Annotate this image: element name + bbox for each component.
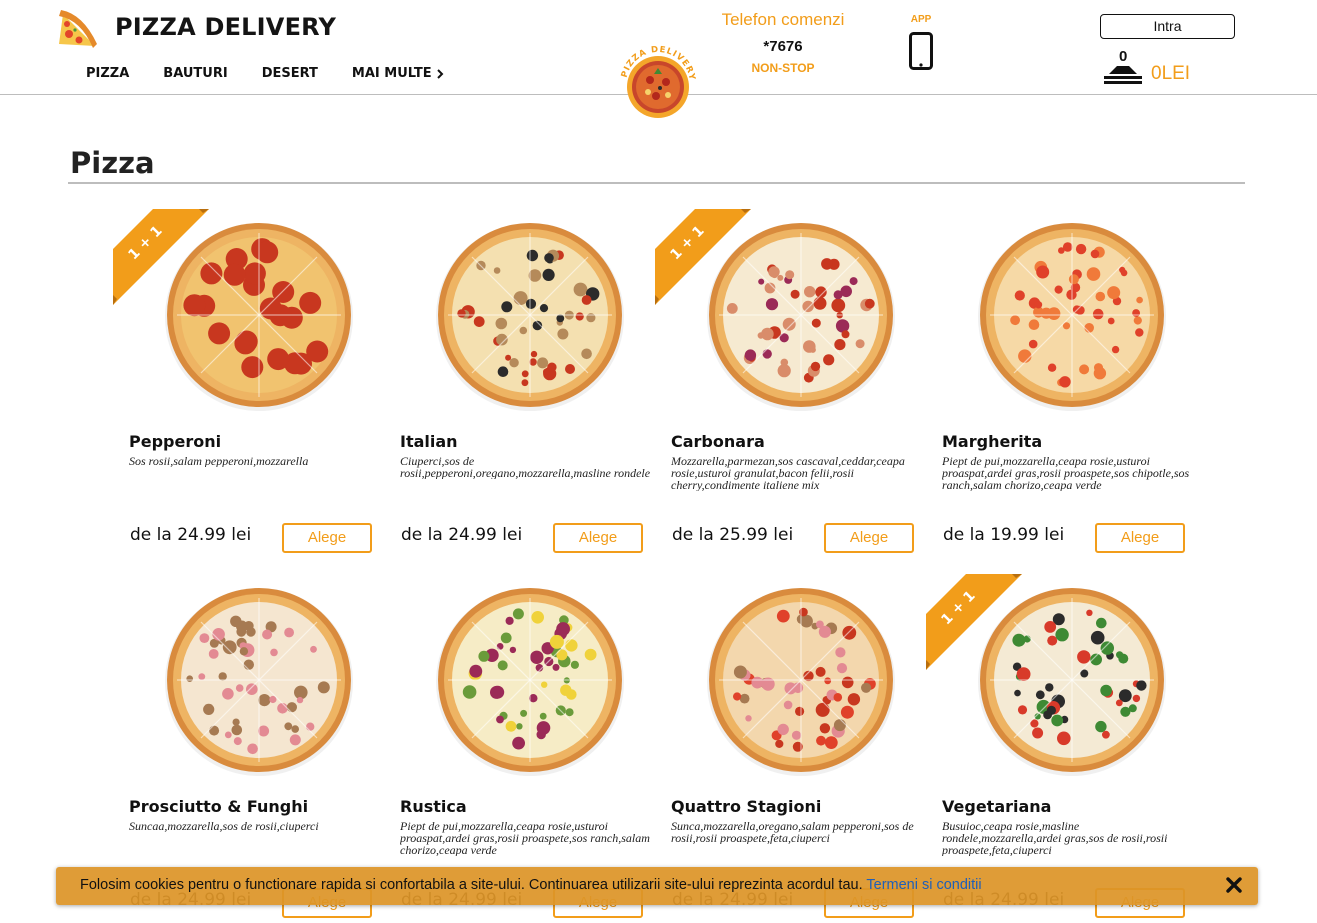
product-price: de la 19.99 lei (943, 525, 1065, 545)
product-card: Italian Ciuperci,sos de rosii,pepperoni,… (400, 209, 660, 559)
section-title: Pizza (70, 146, 155, 180)
phone-nonstop: NON-STOP (751, 61, 815, 75)
choose-button[interactable]: Alege (1095, 523, 1185, 553)
product-description: Mozzarella,parmezan,sos cascaval,ceddar,… (671, 455, 905, 491)
promo-ribbon (926, 574, 1022, 670)
product-price: de la 24.99 lei (401, 525, 523, 545)
promo-ribbon (113, 209, 209, 305)
brand-title: PIZZA DELIVERY (115, 13, 337, 41)
chevron-right-icon (436, 68, 444, 79)
nav-item-bauturi[interactable]: BAUTURI (163, 66, 227, 81)
product-name[interactable]: Carbonara (671, 432, 765, 451)
product-description: Suncaa,mozzarella,sos de rosii,ciuperci (129, 820, 319, 832)
nav-item-desert[interactable]: DESERT (262, 66, 318, 81)
product-description: Sos rosii,salam pepperoni,mozzarella (129, 455, 309, 467)
product-name[interactable]: Margherita (942, 432, 1042, 451)
product-description: Piept de pui,mozzarella,ceapa rosie,ustu… (942, 455, 1190, 491)
nav-item-mai-multe[interactable]: MAI MULTE (352, 66, 444, 81)
product-description: Busuioc,ceapa rosie,masline rondele,mozz… (942, 820, 1168, 856)
cart[interactable]: 0 0LEI (1103, 48, 1213, 88)
nav-item-pizza[interactable]: PIZZA (86, 66, 129, 81)
cookie-text: Folosim cookies pentru o functionare rap… (80, 877, 863, 893)
pizza-image[interactable] (163, 584, 355, 776)
section-divider (68, 182, 1245, 184)
site-header: PIZZA DELIVERY PIZZA BAUTURI DESERT MAI … (0, 0, 1317, 118)
app-label: APP (910, 14, 932, 25)
smartphone-icon (909, 32, 933, 70)
product-name[interactable]: Vegetariana (942, 797, 1051, 816)
product-price: de la 25.99 lei (672, 525, 794, 545)
phone-label: Telefon comenzi (721, 10, 845, 29)
product-card: 1 + 1 Carbonara Mozzarella,parmezan,sos c… (655, 209, 931, 559)
product-name[interactable]: Pepperoni (129, 432, 221, 451)
nav-item-label: MAI MULTE (351, 66, 432, 81)
brand[interactable]: PIZZA DELIVERY (55, 4, 336, 50)
pizza-image[interactable] (434, 219, 626, 411)
choose-button[interactable]: Alege (282, 523, 372, 553)
cookie-text-row: Folosim cookies pentru o functionare rap… (80, 877, 982, 893)
main-nav: PIZZA BAUTURI DESERT MAI MULTE (86, 66, 478, 81)
nav-item-label: DESERT (261, 66, 318, 81)
pizza-image[interactable] (976, 219, 1168, 411)
pizza-slice-icon (59, 10, 97, 48)
product-name[interactable]: Italian (400, 432, 458, 451)
product-name[interactable]: Prosciutto & Funghi (129, 797, 308, 816)
product-description: Piept de pui,mozzarella,ceapa rosie,ustu… (400, 820, 650, 856)
pizza-image[interactable] (705, 584, 897, 776)
product-card: 1 + 1 Pepperoni Sos rosii,salam pepperoni… (113, 209, 389, 559)
product-price: de la 24.99 lei (130, 525, 252, 545)
nav-item-label: BAUTURI (163, 66, 228, 81)
product-description: Ciuperci,sos de rosii,pepperoni,oregano,… (400, 455, 651, 479)
phone-number[interactable]: *7676 (712, 38, 854, 55)
product-name[interactable]: Quattro Stagioni (671, 797, 821, 816)
nav-item-label: PIZZA (86, 66, 130, 81)
product-card: Margherita Piept de pui,mozzarella,ceapa… (942, 209, 1202, 559)
login-button[interactable]: Intra (1100, 14, 1235, 39)
choose-button[interactable]: Alege (824, 523, 914, 553)
promo-ribbon (655, 209, 751, 305)
cookie-banner: Folosim cookies pentru o functionare rap… (56, 867, 1258, 905)
pizza-image[interactable] (434, 584, 626, 776)
choose-button[interactable]: Alege (553, 523, 643, 553)
product-description: Sunca,mozzarella,oregano,salam pepperoni… (671, 820, 914, 844)
phone-block: Telefon comenzi *7676 NON-STOP (712, 10, 854, 75)
cart-icon (1104, 66, 1142, 84)
close-icon[interactable] (1224, 875, 1244, 895)
terms-link[interactable]: Termeni si conditii (866, 877, 981, 893)
cart-total: 0LEI (1151, 63, 1191, 84)
pizza-badge-icon: PIZZA DELIVERY (620, 45, 696, 118)
pizza-badge-logo[interactable]: PIZZA DELIVERY (610, 40, 706, 124)
app-block[interactable]: APP (903, 14, 939, 70)
product-name[interactable]: Rustica (400, 797, 467, 816)
